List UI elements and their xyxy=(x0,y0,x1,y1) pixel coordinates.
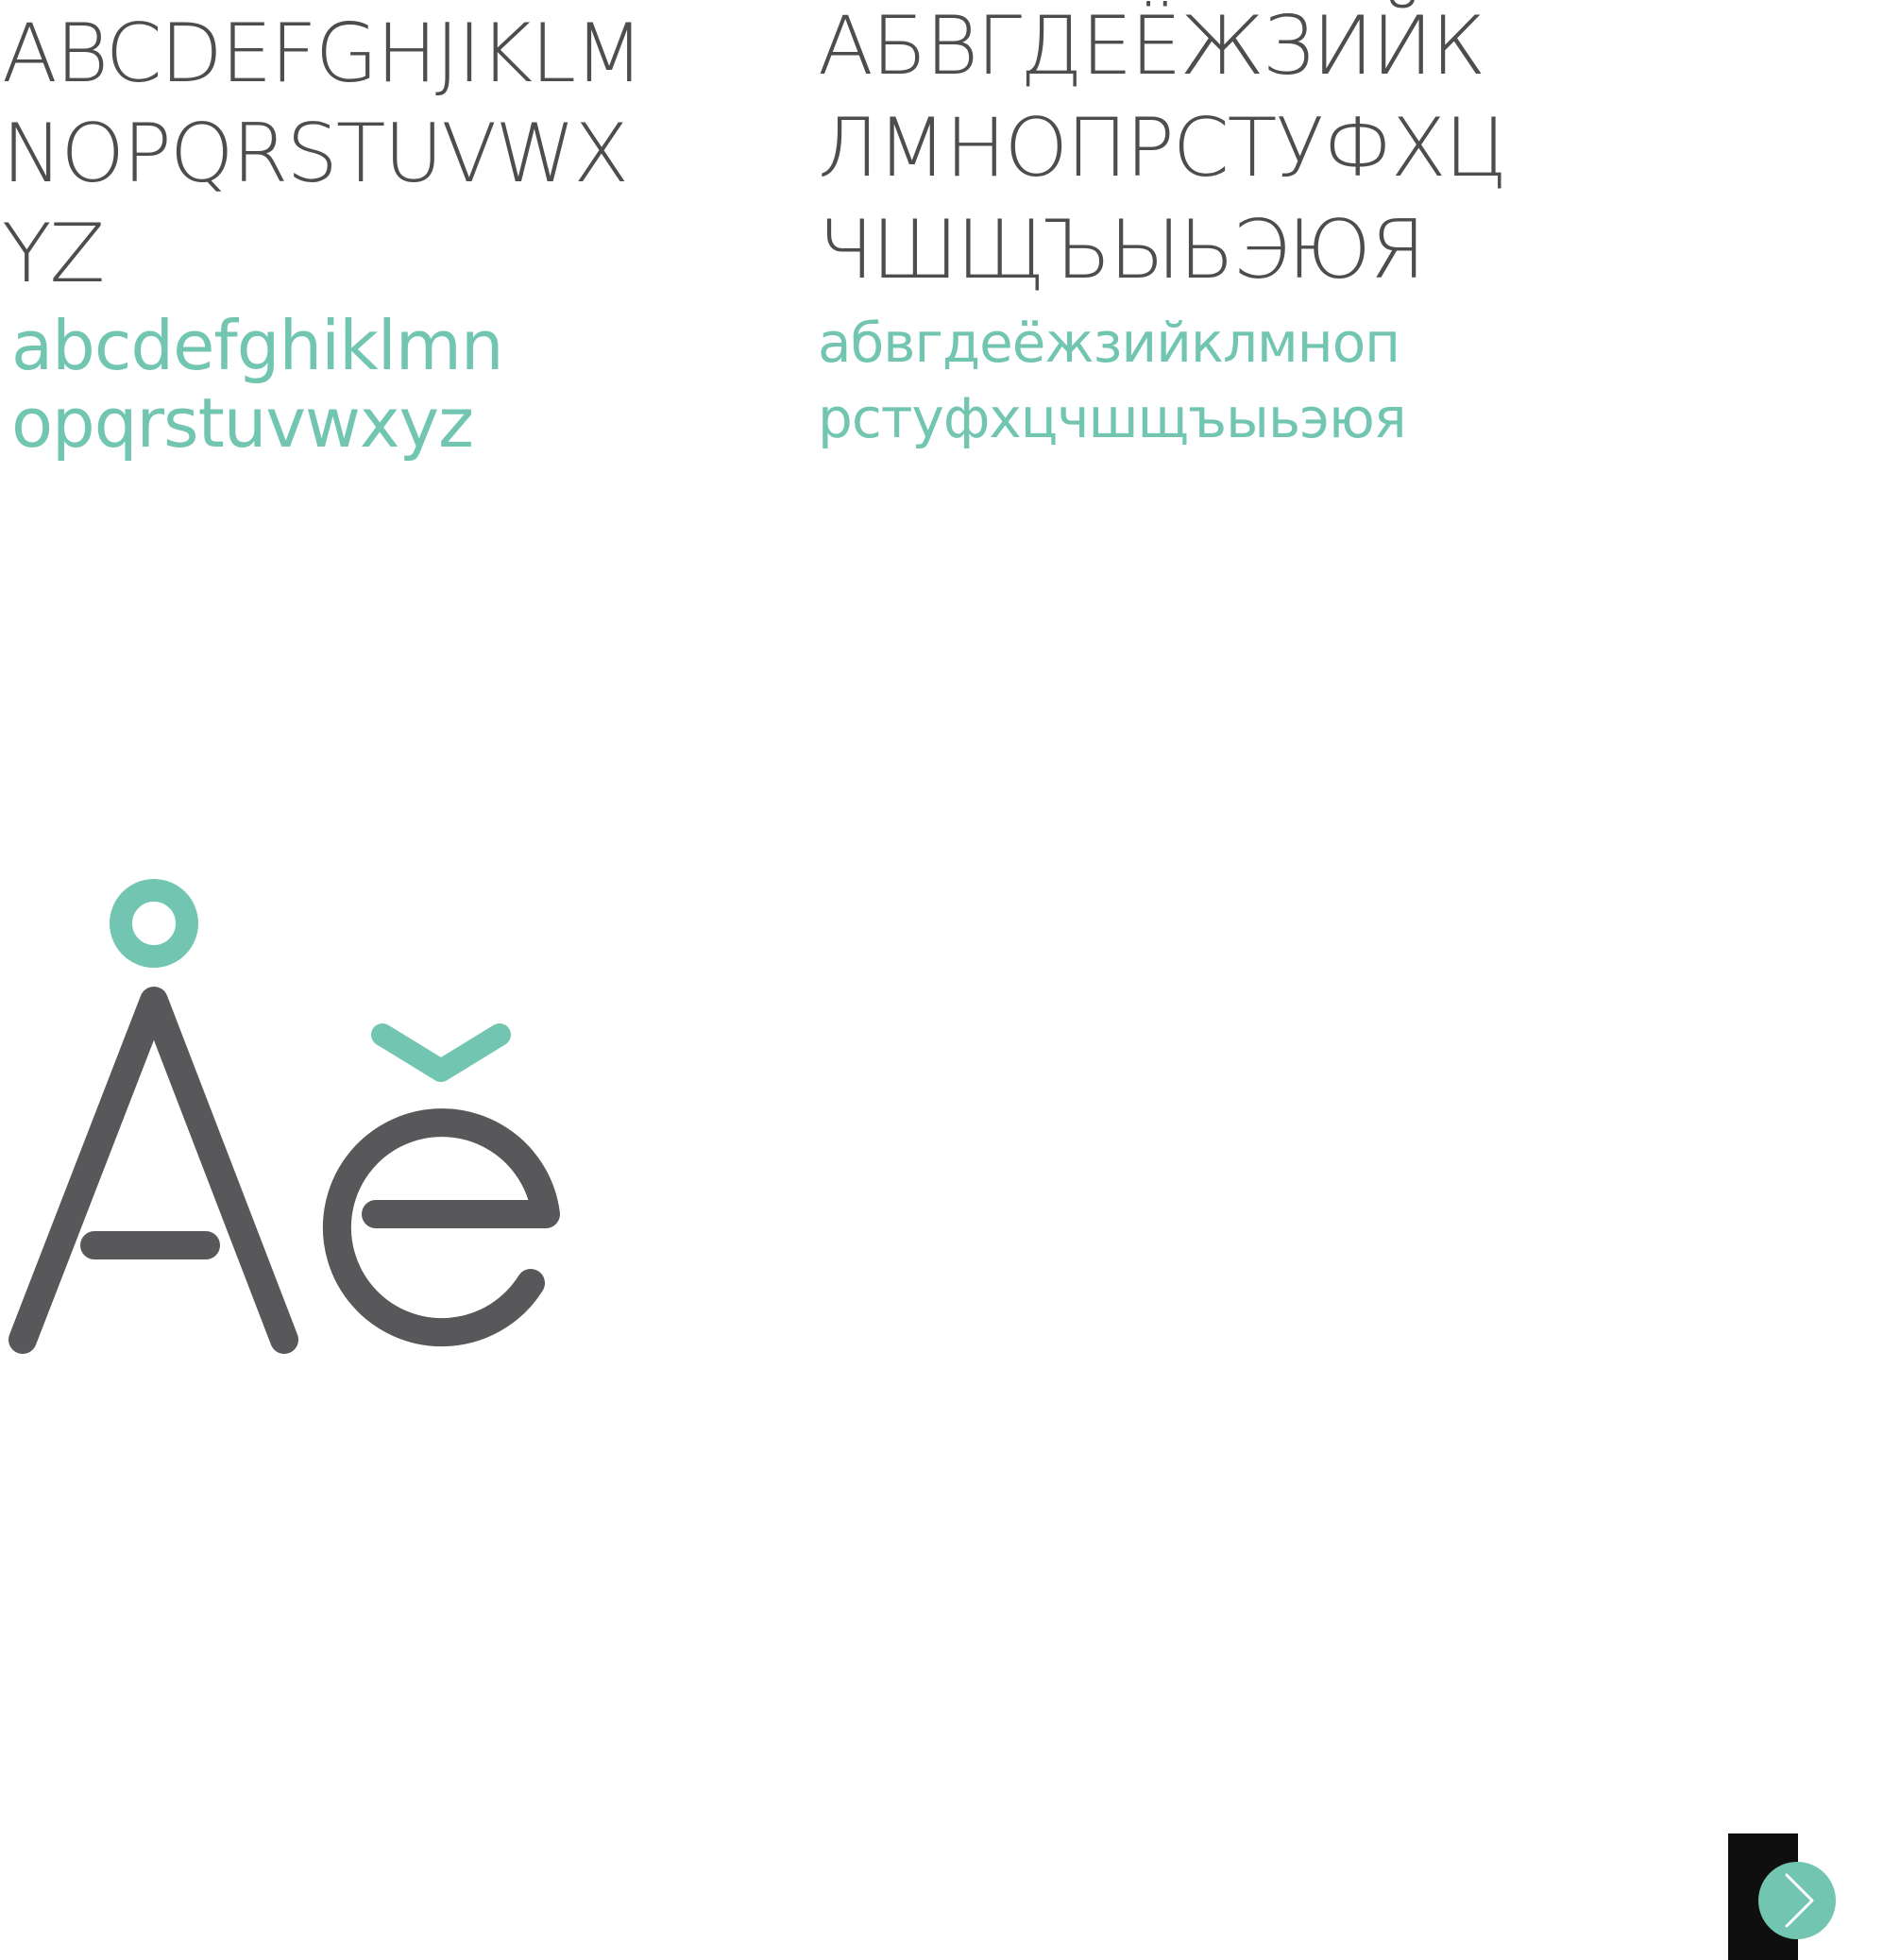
cyrillic-uppercase-line-3: ЧШЩЪЫЬЭЮЯ xyxy=(818,203,1426,297)
latin-uppercase-line-2: NOPQRSTUVWX xyxy=(2,107,629,201)
chevron-right-icon xyxy=(1785,1873,1814,1928)
letter-e-bowl xyxy=(322,1108,560,1347)
glyph-showcase xyxy=(0,869,585,1360)
navigation-area xyxy=(1728,1833,1883,1960)
glyph-e-breve xyxy=(322,1023,560,1347)
glyph-a-ring xyxy=(8,879,298,1354)
latin-lowercase-line-1: abcdefghiklmn xyxy=(11,306,504,385)
cyrillic-lowercase-line-2: рстуфхцчшщъыьэюя xyxy=(818,386,1407,450)
breve-accent-mark xyxy=(371,1023,511,1082)
letter-a-legs xyxy=(8,987,298,1354)
cyrillic-uppercase-line-2: ЛМНОПРСТУФХЦ xyxy=(818,101,1507,195)
cyrillic-uppercase-line-1: АБВГДЕЁЖЗИЙК xyxy=(818,0,1485,93)
latin-lowercase-line-2: opqrstuvwxyz xyxy=(11,383,474,463)
latin-uppercase-line-1: ABCDEFGHJIKLM xyxy=(2,7,644,101)
ring-accent-mark xyxy=(110,879,198,968)
next-button[interactable] xyxy=(1758,1862,1836,1939)
latin-uppercase-line-3: YZ xyxy=(2,207,105,301)
cyrillic-lowercase-line-1: абвгдеёжзийклмноп xyxy=(818,311,1400,375)
